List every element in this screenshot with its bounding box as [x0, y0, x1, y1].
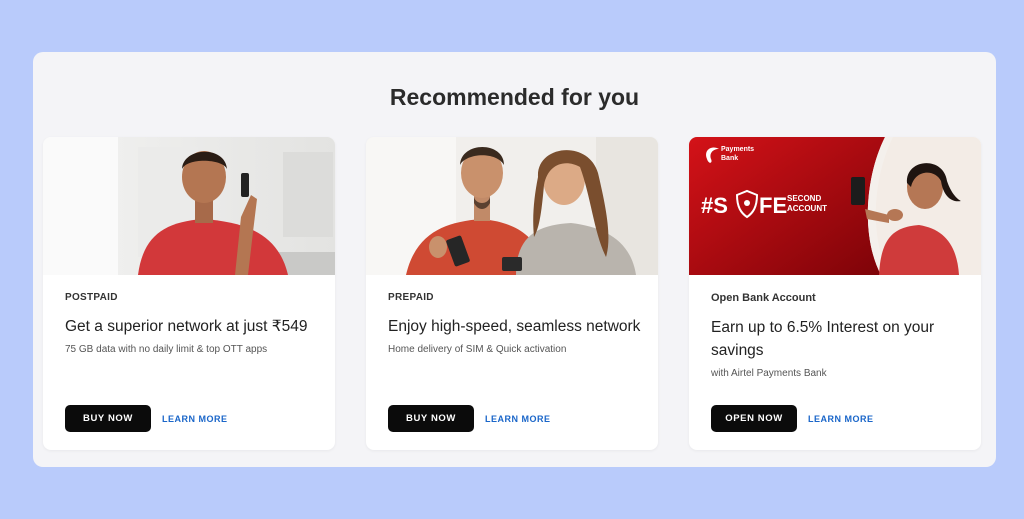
- payments-bank-banner: Payments Bank #S FE SECOND ACCOUNT: [689, 137, 981, 275]
- open-now-button[interactable]: OPEN NOW: [711, 405, 797, 432]
- card-category-label: Open Bank Account: [711, 292, 816, 304]
- postpaid-hero-image: [43, 137, 335, 275]
- brand-line1: Payments: [721, 146, 754, 153]
- prepaid-hero-image: [366, 137, 658, 275]
- hashtag-prefix: #S: [701, 193, 728, 218]
- learn-more-link[interactable]: LEARN MORE: [808, 414, 874, 424]
- card-category-label: PREPAID: [388, 292, 434, 303]
- card-description: 75 GB data with no daily limit & top OTT…: [65, 344, 268, 355]
- buy-now-button[interactable]: BUY NOW: [388, 405, 474, 432]
- hashtag-suffix: FE: [759, 193, 787, 218]
- card-headline: Earn up to 6.5% Interest on your savings: [711, 319, 935, 359]
- card-headline: Enjoy high-speed, seamless network: [388, 318, 641, 335]
- section-title: Recommended for you: [389, 84, 640, 110]
- recommendations-panel: Recommended for you POSTPAID Get a super…: [33, 52, 996, 467]
- tagline-line2: ACCOUNT: [787, 204, 827, 213]
- learn-more-link[interactable]: LEARN MORE: [485, 414, 551, 424]
- card-description: with Airtel Payments Bank: [711, 368, 827, 379]
- learn-more-link[interactable]: LEARN MORE: [162, 414, 228, 424]
- bank-account-card[interactable]: Payments Bank #S FE SECOND ACCOUNT Open …: [689, 137, 981, 450]
- tagline-line1: SECOND: [787, 194, 821, 203]
- prepaid-card[interactable]: PREPAID Enjoy high-speed, seamless netwo…: [366, 137, 658, 450]
- card-headline: Get a superior network at just ₹549: [65, 318, 308, 335]
- brand-line2: Bank: [721, 155, 738, 162]
- postpaid-card[interactable]: POSTPAID Get a superior network at just …: [43, 137, 335, 450]
- card-description: Home delivery of SIM & Quick activation: [388, 344, 567, 355]
- buy-now-button[interactable]: BUY NOW: [65, 405, 151, 432]
- card-category-label: POSTPAID: [65, 292, 118, 303]
